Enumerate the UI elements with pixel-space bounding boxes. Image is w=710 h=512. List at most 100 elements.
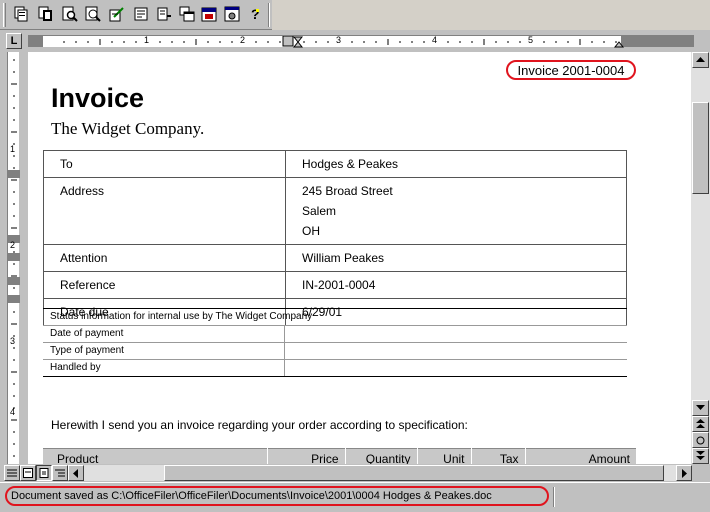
scroll-down-button[interactable]: [692, 400, 709, 416]
column-header-amount: Amount: [525, 448, 637, 464]
new-document-icon[interactable]: [35, 3, 57, 25]
table-row: Status information for internal use by T…: [43, 308, 627, 326]
calendar-icon[interactable]: [198, 3, 220, 25]
search-document-icon[interactable]: [59, 3, 81, 25]
edit-icon[interactable]: [106, 3, 128, 25]
toolbar-empty-area: [272, 0, 710, 30]
print-layout-icon: [39, 468, 49, 478]
next-page-button[interactable]: [692, 448, 709, 464]
toolbar-grip[interactable]: [3, 3, 6, 27]
vruler-mark-2: 2: [10, 240, 16, 250]
document-title: Invoice: [51, 83, 145, 113]
toolbar: ?: [0, 0, 710, 30]
intro-paragraph: Herewith I send you an invoice regarding…: [51, 418, 468, 432]
ruler-mark-4: 4: [432, 35, 438, 45]
vertical-ruler-strip[interactable]: 1 2 3 4: [7, 52, 20, 464]
hanging-indent-marker[interactable]: [292, 41, 304, 48]
table-row: Handled by: [43, 359, 627, 377]
scroll-right-button[interactable]: [676, 465, 692, 481]
status-value[interactable]: [284, 325, 627, 343]
copy-document-icon[interactable]: [10, 3, 32, 25]
outline-view-button[interactable]: [52, 465, 68, 481]
left-margin-marker[interactable]: [282, 36, 294, 47]
status-message: Document saved as C:\OfficeFiler\OfficeF…: [5, 486, 549, 506]
normal-view-icon: [7, 469, 17, 477]
svg-text:?: ?: [251, 6, 260, 22]
print-layout-view-button[interactable]: [36, 465, 52, 481]
vruler-mark-1: 1: [10, 144, 16, 154]
word-processor-window: ? L 1 2 3 4 5 1 2 3 4 Invoice 2001-0004 …: [0, 0, 710, 512]
table-row: Type of payment: [43, 342, 627, 360]
preview-icon[interactable]: [82, 3, 104, 25]
vruler-mark-3: 3: [10, 336, 16, 346]
horizontal-scroll-track[interactable]: [84, 465, 676, 481]
table-row: To Hodges & Peakes: [43, 150, 627, 178]
web-layout-icon: [23, 468, 33, 478]
scroll-left-button[interactable]: [68, 465, 84, 481]
recipient-info-table: To Hodges & Peakes Address 245 Broad Str…: [43, 150, 627, 326]
status-info-table: Status information for internal use by T…: [43, 308, 627, 377]
previous-page-button[interactable]: [692, 416, 709, 432]
vertical-scrollbar[interactable]: [691, 52, 710, 464]
table-row: Reference IN-2001-0004: [43, 271, 627, 299]
arrow-up-icon: [696, 57, 705, 62]
column-header-product: Product: [43, 448, 268, 464]
tab-selector-button[interactable]: L: [6, 33, 22, 49]
arrow-right-icon: [682, 468, 687, 478]
column-header-unit: Unit: [417, 448, 472, 464]
company-name: The Widget Company.: [51, 119, 205, 138]
info-value: William Peakes: [285, 244, 627, 272]
list-remove-icon[interactable]: [153, 3, 175, 25]
info-value: IN-2001-0004: [285, 271, 627, 299]
info-value-line: Salem: [302, 204, 337, 218]
info-label: Attention: [43, 244, 286, 272]
scroll-up-button[interactable]: [692, 52, 709, 68]
vertical-ruler: 1 2 3 4: [0, 52, 28, 464]
document-page[interactable]: Invoice 2001-0004 Invoice The Widget Com…: [28, 52, 691, 464]
info-value-line: IN-2001-0004: [302, 278, 376, 292]
column-header-price: Price: [267, 448, 346, 464]
settings-icon[interactable]: [221, 3, 243, 25]
horizontal-scrollbar-area: [0, 464, 710, 482]
status-label: Handled by: [43, 359, 285, 377]
product-table-header: Product Price Quantity Unit Tax Amount: [43, 448, 637, 464]
toolbar-separator: [268, 3, 270, 27]
ruler-ticks: [63, 36, 625, 48]
web-layout-view-button[interactable]: [20, 465, 36, 481]
info-label: To: [43, 150, 286, 178]
status-divider: [553, 487, 555, 507]
info-label: Address: [43, 177, 286, 245]
ruler-strip[interactable]: 1 2 3 4 5: [28, 35, 694, 48]
info-value-line: Hodges & Peakes: [302, 157, 399, 171]
info-value-line: OH: [302, 224, 320, 238]
horizontal-ruler: L 1 2 3 4 5: [0, 30, 710, 52]
circle-icon: [696, 436, 705, 444]
status-header: Status information for internal use by T…: [43, 308, 627, 326]
help-icon[interactable]: ?: [244, 3, 266, 25]
status-value[interactable]: [284, 359, 627, 377]
double-arrow-down-icon: [696, 451, 705, 460]
ruler-mark-2: 2: [240, 35, 246, 45]
horizontal-scroll-thumb[interactable]: [164, 465, 664, 481]
list-insert-icon[interactable]: [130, 3, 152, 25]
status-value[interactable]: [284, 342, 627, 360]
copy-window-icon[interactable]: [176, 3, 198, 25]
info-value-line: William Peakes: [302, 251, 385, 265]
info-value: Hodges & Peakes: [285, 150, 627, 178]
ruler-mark-3: 3: [336, 35, 342, 45]
invoice-number: Invoice 2001-0004: [517, 62, 625, 78]
table-header-row: Product Price Quantity Unit Tax Amount: [43, 448, 637, 464]
status-label: Date of payment: [43, 325, 285, 343]
arrow-down-icon: [696, 405, 705, 410]
info-value: 245 Broad Street Salem OH: [285, 177, 627, 245]
column-header-quantity: Quantity: [345, 448, 418, 464]
ruler-mark-5: 5: [528, 35, 534, 45]
table-row: Attention William Peakes: [43, 244, 627, 272]
info-value-line: 245 Broad Street: [302, 184, 393, 198]
normal-view-button[interactable]: [4, 465, 20, 481]
select-browse-object-button[interactable]: [692, 432, 709, 448]
arrow-left-icon: [73, 468, 78, 478]
vertical-scroll-thumb[interactable]: [692, 102, 709, 194]
vruler-mark-4: 4: [10, 407, 16, 417]
invoice-number-highlight: Invoice 2001-0004: [506, 60, 636, 80]
